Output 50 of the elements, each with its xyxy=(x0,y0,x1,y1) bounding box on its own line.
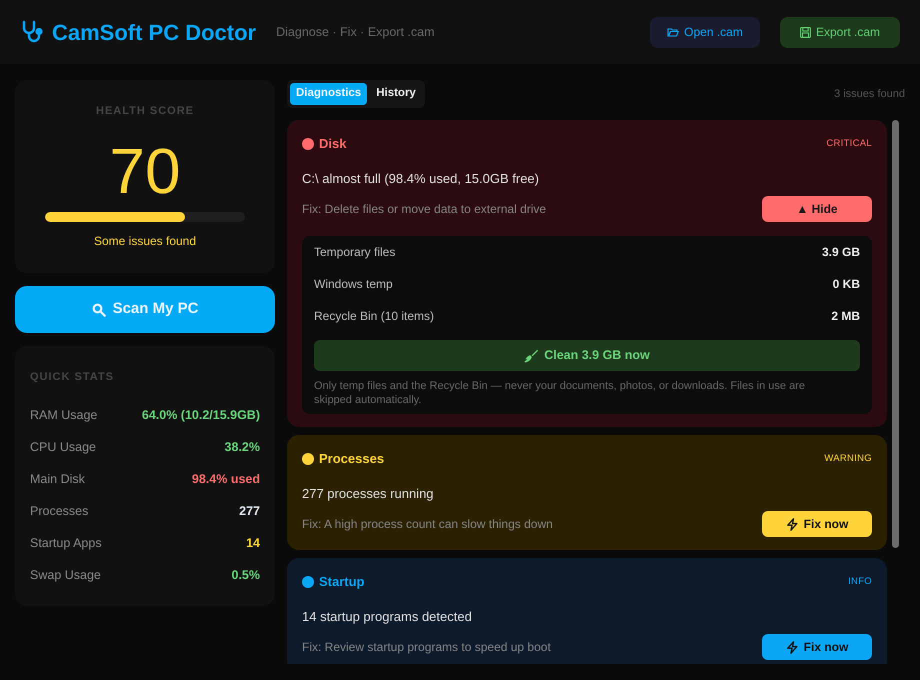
issue-count: 3 issues found xyxy=(834,86,905,102)
detail-label: Temporary files xyxy=(314,244,396,261)
stat-label: Swap Usage xyxy=(30,566,101,584)
stat-label: CPU Usage xyxy=(30,438,96,456)
detail-value: 3.9 GB xyxy=(822,244,860,261)
issue-message: 14 startup programs detected xyxy=(302,608,473,626)
app-title: CamSoft PC Doctor xyxy=(52,18,256,46)
stat-value: 14 xyxy=(246,534,260,552)
lightning-icon xyxy=(786,518,799,530)
stat-label: RAM Usage xyxy=(30,406,98,424)
severity-label: CRITICAL xyxy=(826,136,872,151)
stat-value: 277 xyxy=(239,502,260,520)
stat-label: Startup Apps xyxy=(30,534,102,552)
fix-hint: Fix: A high process count can slow things down xyxy=(302,516,553,533)
hide-details-button[interactable]: ▲ Hide xyxy=(762,196,872,222)
stat-value: 0.5% xyxy=(232,566,260,584)
issue-title: Startup xyxy=(319,573,364,592)
detail-label: Windows temp xyxy=(314,276,393,293)
stat-value: 98.4% used xyxy=(192,470,260,488)
app-subtitle: Diagnose · Fix · Export .cam xyxy=(276,24,435,41)
stat-value: 38.2% xyxy=(224,438,260,456)
severity-label: INFO xyxy=(848,574,872,589)
stethoscope-icon xyxy=(20,20,44,44)
scrollbar-thumb[interactable] xyxy=(892,120,899,548)
stat-label: Processes xyxy=(30,502,88,520)
fix-now-button[interactable]: Fix now xyxy=(762,511,872,537)
severity-label: WARNING xyxy=(824,452,872,466)
clean-button[interactable]: Clean 3.9 GB now xyxy=(314,340,860,371)
issue-message: 277 processes running xyxy=(302,485,435,503)
detail-value: 2 MB xyxy=(831,308,860,325)
fix-hint: Fix: Review startup programs to speed up boot xyxy=(302,639,551,656)
broom-icon xyxy=(524,348,538,362)
fix-hint: Fix: Delete files or move data to external drive xyxy=(302,201,546,218)
detail-value: 0 KB xyxy=(832,276,860,293)
fix-now-button[interactable]: Fix now xyxy=(762,634,872,660)
export-button[interactable]: Export .cam xyxy=(780,16,900,48)
tab[interactable]: History xyxy=(370,83,422,105)
lightning-icon xyxy=(786,640,799,654)
issue-title: Processes xyxy=(319,450,384,468)
stat-value: 64.0% (10.2/15.9GB) xyxy=(142,406,260,424)
issue-title: Disk xyxy=(319,135,346,154)
folder-icon xyxy=(667,26,680,38)
stat-label: Main Disk xyxy=(30,470,85,488)
health-score-value: 70 xyxy=(109,139,181,203)
detail-label: Recycle Bin (10 items) xyxy=(314,308,434,325)
health-status: Some issues found xyxy=(94,233,196,249)
open-button[interactable]: Open .cam xyxy=(650,16,760,48)
search-icon xyxy=(92,302,106,316)
cleanup-note: Only temp files and the Recycle Bin — never your documents, photos, or downloads. Files in use are skipped automatically. xyxy=(314,379,806,407)
issue-message: C:\ almost full (98.4% used, 15.0GB free) xyxy=(302,170,540,188)
